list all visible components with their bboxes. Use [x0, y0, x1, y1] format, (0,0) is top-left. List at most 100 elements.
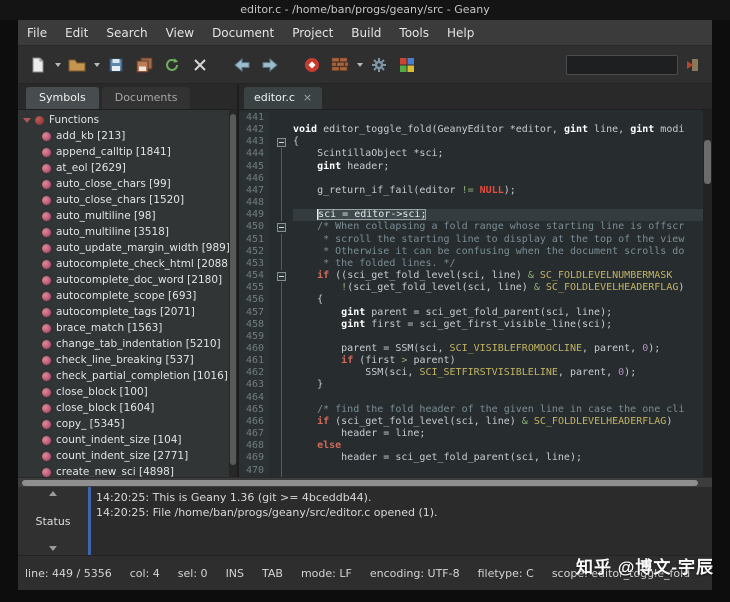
- line-number[interactable]: 450: [239, 221, 269, 234]
- symbol-item[interactable]: close_block [1604]: [18, 400, 229, 416]
- line-number[interactable]: 446: [239, 172, 269, 185]
- line-number[interactable]: 453: [239, 257, 269, 271]
- menu-tools[interactable]: Tools: [390, 21, 438, 45]
- line-number[interactable]: 466: [239, 415, 269, 429]
- line-number[interactable]: 447: [239, 184, 269, 198]
- symbol-item[interactable]: check_partial_completion [1016]: [18, 368, 229, 384]
- code-line[interactable]: 454 if ((sci_get_fold_level(sci, line) &…: [239, 270, 703, 283]
- code-line[interactable]: 470: [239, 464, 703, 477]
- line-number[interactable]: 455: [239, 282, 269, 295]
- line-number[interactable]: 460: [239, 342, 269, 356]
- code-line[interactable]: 459: [239, 330, 703, 343]
- open-file-button[interactable]: [64, 52, 90, 78]
- code-area[interactable]: 441 442 void editor_toggle_fold(GeanyEdito…: [239, 110, 703, 477]
- menu-edit[interactable]: Edit: [56, 21, 97, 45]
- tab-status[interactable]: Status: [35, 515, 70, 528]
- fold-marker[interactable]: [269, 136, 293, 148]
- line-number[interactable]: 468: [239, 440, 269, 453]
- nav-forward-button[interactable]: [257, 52, 283, 78]
- code-line[interactable]: 442 void editor_toggle_fold(GeanyEditor *…: [239, 124, 703, 137]
- compile-button[interactable]: [299, 52, 325, 78]
- symbol-item[interactable]: auto_close_chars [99]: [18, 176, 229, 192]
- symbol-item[interactable]: autocomplete_tags [2071]: [18, 304, 229, 320]
- symbol-item[interactable]: add_kb [213]: [18, 128, 229, 144]
- menu-search[interactable]: Search: [97, 21, 156, 45]
- tabs-scroll-down-icon[interactable]: [49, 546, 57, 551]
- line-number[interactable]: 449: [239, 209, 269, 222]
- line-number[interactable]: 465: [239, 403, 269, 416]
- status-message[interactable]: 14:20:25: This is Geany 1.36 (git >= 4bc…: [96, 490, 712, 505]
- symbol-item[interactable]: autocomplete_check_html [2088]: [18, 256, 229, 272]
- code-line[interactable]: 460 parent = SSM(sci, SCI_VISIBLEFROMDOC…: [239, 342, 703, 356]
- menu-view[interactable]: View: [157, 21, 203, 45]
- code-line[interactable]: 451 * scroll the starting line to displa…: [239, 233, 703, 246]
- close-button[interactable]: [187, 52, 213, 78]
- line-number[interactable]: 457: [239, 306, 269, 319]
- code-line[interactable]: 465 /* find the fold header of the given…: [239, 403, 703, 416]
- horizontal-scrollbar[interactable]: [18, 477, 712, 487]
- fold-collapse-icon[interactable]: [276, 271, 286, 281]
- code-line[interactable]: 456 {: [239, 294, 703, 307]
- code-line[interactable]: 468 else: [239, 440, 703, 453]
- symbols-root[interactable]: Functions: [18, 112, 229, 128]
- symbol-item[interactable]: autocomplete_scope [693]: [18, 288, 229, 304]
- line-number[interactable]: 458: [239, 318, 269, 331]
- nav-back-button[interactable]: [229, 52, 255, 78]
- code-line[interactable]: 444 ScintillaObject *sci;: [239, 148, 703, 161]
- line-number[interactable]: 470: [239, 464, 269, 477]
- line-number[interactable]: 452: [239, 245, 269, 258]
- reload-button[interactable]: [159, 52, 185, 78]
- line-number[interactable]: 464: [239, 391, 269, 404]
- line-number[interactable]: 459: [239, 330, 269, 343]
- new-file-dropdown[interactable]: [52, 52, 63, 78]
- search-input[interactable]: [566, 54, 678, 75]
- code-line[interactable]: 458 gint first = sci_get_first_visible_l…: [239, 318, 703, 331]
- code-line[interactable]: 457 gint parent = sci_get_fold_parent(sc…: [239, 306, 703, 319]
- scrollbar-thumb[interactable]: [704, 140, 711, 184]
- code-line[interactable]: 448: [239, 197, 703, 210]
- symbol-item[interactable]: brace_match [1563]: [18, 320, 229, 336]
- fold-collapse-icon[interactable]: [276, 137, 286, 147]
- line-number[interactable]: 443: [239, 136, 269, 149]
- sidebar-scrollbar[interactable]: [229, 110, 237, 477]
- code-line[interactable]: 452 * Otherwise it can be confusing when…: [239, 245, 703, 258]
- color-chooser-button[interactable]: [394, 52, 420, 78]
- status-message[interactable]: 14:20:25: File /home/ban/progs/geany/src…: [96, 505, 712, 520]
- symbol-item[interactable]: copy_ [5345]: [18, 416, 229, 432]
- fold-marker[interactable]: [269, 221, 293, 233]
- quit-button[interactable]: [679, 52, 705, 78]
- line-number[interactable]: 462: [239, 367, 269, 380]
- symbol-item[interactable]: auto_multiline [98]: [18, 208, 229, 224]
- new-file-button[interactable]: [25, 52, 51, 78]
- menu-build[interactable]: Build: [342, 21, 390, 45]
- tabs-scroll-up-icon[interactable]: [49, 491, 57, 496]
- line-number[interactable]: 463: [239, 379, 269, 392]
- symbol-item[interactable]: auto_update_margin_width [989]: [18, 240, 229, 256]
- symbol-item[interactable]: create_new_sci [4898]: [18, 464, 229, 477]
- tab-documents[interactable]: Documents: [101, 87, 191, 109]
- code-line[interactable]: 453 * the folded lines. */: [239, 257, 703, 271]
- code-line[interactable]: 461 if (first > parent): [239, 355, 703, 368]
- code-line[interactable]: 464: [239, 391, 703, 404]
- menu-project[interactable]: Project: [283, 21, 342, 45]
- symbol-item[interactable]: auto_multiline [3518]: [18, 224, 229, 240]
- symbol-item[interactable]: count_indent_size [2771]: [18, 448, 229, 464]
- code-line[interactable]: 443 {: [239, 136, 703, 149]
- scrollbar-thumb[interactable]: [22, 480, 698, 486]
- line-number[interactable]: 445: [239, 160, 269, 173]
- tab-close-icon[interactable]: ×: [303, 92, 312, 103]
- menu-document[interactable]: Document: [203, 21, 283, 45]
- fold-marker[interactable]: [269, 270, 293, 282]
- code-line[interactable]: 463 }: [239, 379, 703, 392]
- line-number[interactable]: 454: [239, 270, 269, 283]
- line-number[interactable]: 448: [239, 197, 269, 210]
- code-line[interactable]: 469 header = sci_get_fold_parent(sci, li…: [239, 452, 703, 465]
- symbol-item[interactable]: at_eol [2629]: [18, 160, 229, 176]
- save-all-button[interactable]: [131, 52, 157, 78]
- line-number[interactable]: 441: [239, 112, 269, 125]
- code-line[interactable]: 441: [239, 112, 703, 125]
- code-line[interactable]: 449 sci = editor->sci;: [239, 209, 703, 222]
- line-number[interactable]: 469: [239, 452, 269, 465]
- symbol-item[interactable]: autocomplete_doc_word [2180]: [18, 272, 229, 288]
- code-line[interactable]: 455 !(sci_get_fold_level(sci, line) & SC…: [239, 282, 703, 295]
